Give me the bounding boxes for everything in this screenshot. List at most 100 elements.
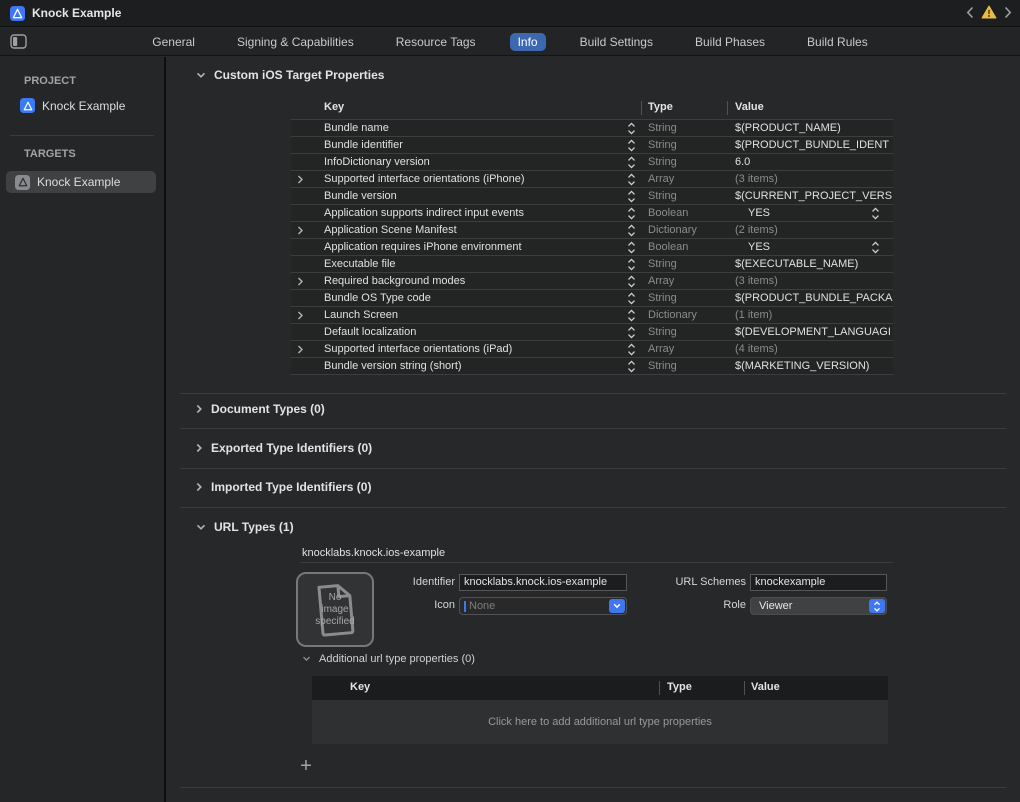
key-stepper-icon[interactable] [627, 360, 636, 379]
row-type[interactable]: Boolean [648, 239, 723, 256]
chevron-right-icon [196, 443, 203, 453]
table-row[interactable]: Application supports indirect input even… [291, 205, 893, 222]
forward-chevron-icon[interactable] [1004, 6, 1012, 21]
custom-table-body: Bundle name String $(PRODUCT_NAME) Bundl… [291, 119, 893, 375]
url-schemes-label: URL Schemes [626, 574, 746, 591]
table-header: Key Type Value [291, 97, 893, 119]
row-value[interactable]: (1 item) [735, 307, 893, 324]
sidebar-toggle-icon[interactable] [10, 34, 27, 52]
column-value: Value [735, 101, 764, 113]
table-row[interactable]: Required background modes Array (3 items… [291, 273, 893, 290]
table-row[interactable]: Launch Screen Dictionary (1 item) [291, 307, 893, 324]
row-type[interactable]: Array [648, 341, 723, 358]
additional-url-type-properties-header[interactable]: Additional url type properties (0) [302, 653, 475, 665]
row-value[interactable]: $(MARKETING_VERSION) [735, 358, 893, 375]
row-type[interactable]: String [648, 256, 723, 273]
row-type[interactable]: Array [648, 273, 723, 290]
row-key: Supported interface orientations (iPhone… [324, 171, 619, 188]
table-row[interactable]: Application requires iPhone environment … [291, 239, 893, 256]
table-row[interactable]: Bundle version string (short) String $(M… [291, 358, 893, 375]
tab-bar-tabs: General Signing & Capabilities Resource Ta… [0, 28, 1020, 56]
sidebar: PROJECT Knock Example TARGETS Knock Exam… [0, 57, 164, 802]
row-type[interactable]: String [648, 137, 723, 154]
row-value[interactable]: $(EXECUTABLE_NAME) [735, 256, 893, 273]
section-title: Document Types (0) [211, 402, 325, 416]
table-row[interactable]: Bundle version String $(CURRENT_PROJECT_… [291, 188, 893, 205]
row-key: Launch Screen [324, 307, 619, 324]
table-row[interactable]: Bundle OS Type code String $(PRODUCT_BUN… [291, 290, 893, 307]
chevron-down-icon [613, 603, 621, 609]
row-key: Bundle name [324, 120, 619, 137]
table-row[interactable]: Bundle name String $(PRODUCT_NAME) [291, 120, 893, 137]
row-type[interactable]: Boolean [648, 205, 723, 222]
combobox-dropdown-button[interactable] [609, 599, 625, 613]
row-value[interactable]: YES [748, 205, 906, 222]
row-type[interactable]: String [648, 188, 723, 205]
additional-header-title: Additional url type properties (0) [319, 653, 475, 665]
table-row[interactable]: Supported interface orientations (iPhone… [291, 171, 893, 188]
row-value[interactable]: (3 items) [735, 273, 893, 290]
row-value[interactable]: $(DEVELOPMENT_LANGUAGI [735, 324, 893, 341]
row-key: Required background modes [324, 273, 619, 290]
add-url-type-button[interactable]: + [296, 757, 316, 777]
row-value[interactable]: $(PRODUCT_BUNDLE_PACKA [735, 290, 893, 307]
role-popup-value: Viewer [759, 598, 792, 615]
url-schemes-field[interactable]: knockexample [750, 574, 887, 591]
row-type[interactable]: String [648, 120, 723, 137]
role-popup-button[interactable]: Viewer [750, 597, 887, 615]
table-row[interactable]: Bundle identifier String $(PRODUCT_BUNDL… [291, 137, 893, 154]
identifier-field[interactable]: knocklabs.knock.ios-example [459, 574, 627, 591]
column-separator [727, 101, 728, 115]
table-row[interactable]: Default localization String $(DEVELOPMEN… [291, 324, 893, 341]
row-type[interactable]: String [648, 154, 723, 171]
chevron-right-icon [196, 482, 203, 492]
section-title: Exported Type Identifiers (0) [211, 441, 372, 455]
row-key: Bundle identifier [324, 137, 619, 154]
tab-info[interactable]: Info [510, 33, 546, 51]
row-type[interactable]: String [648, 358, 723, 375]
popup-stepper-button[interactable] [869, 599, 885, 613]
row-value[interactable]: $(CURRENT_PROJECT_VERS [735, 188, 893, 205]
section-imported-type-identifiers[interactable]: Imported Type Identifiers (0) [196, 480, 371, 494]
back-chevron-icon[interactable] [966, 6, 974, 21]
sidebar-item-target-selected[interactable]: Knock Example [6, 171, 156, 193]
row-type[interactable]: Dictionary [648, 222, 723, 239]
row-value[interactable]: $(PRODUCT_BUNDLE_IDENT [735, 137, 893, 154]
column-value: Value [751, 681, 780, 693]
tab-build-phases[interactable]: Build Phases [687, 33, 773, 51]
row-value[interactable]: (4 items) [735, 341, 893, 358]
chevron-down-icon [302, 656, 311, 662]
section-custom-ios-target-properties[interactable]: Custom iOS Target Properties [196, 68, 384, 82]
row-value[interactable]: 6.0 [735, 154, 893, 171]
table-row[interactable]: Supported interface orientations (iPad) … [291, 341, 893, 358]
row-key: Executable file [324, 256, 619, 273]
section-exported-type-identifiers[interactable]: Exported Type Identifiers (0) [196, 441, 372, 455]
sidebar-project-label: Knock Example [42, 99, 125, 113]
icon-combobox[interactable]: None [459, 597, 627, 615]
row-value[interactable]: (2 items) [735, 222, 893, 239]
xcode-window: Knock Example General Signing & Capabilit… [0, 0, 1020, 802]
table-row[interactable]: Executable file String $(EXECUTABLE_NAME… [291, 256, 893, 273]
row-type[interactable]: Array [648, 171, 723, 188]
section-url-types[interactable]: URL Types (1) [196, 520, 294, 534]
tab-resource-tags[interactable]: Resource Tags [388, 33, 484, 51]
sidebar-item-project[interactable]: Knock Example [20, 98, 125, 113]
table-row[interactable]: Application Scene Manifest Dictionary (2… [291, 222, 893, 239]
icon-label: Icon [335, 597, 455, 614]
table-row[interactable]: InfoDictionary version String 6.0 [291, 154, 893, 171]
column-separator [641, 101, 642, 115]
warning-icon[interactable] [981, 5, 997, 22]
tab-build-rules[interactable]: Build Rules [799, 33, 876, 51]
row-value[interactable]: $(PRODUCT_NAME) [735, 120, 893, 137]
row-value[interactable]: YES [748, 239, 906, 256]
tab-general[interactable]: General [144, 33, 203, 51]
row-value[interactable]: (3 items) [735, 171, 893, 188]
tab-signing-capabilities[interactable]: Signing & Capabilities [229, 33, 362, 51]
title-bar: Knock Example [0, 0, 1020, 27]
tab-build-settings[interactable]: Build Settings [572, 33, 661, 51]
row-type[interactable]: Dictionary [648, 307, 723, 324]
section-document-types[interactable]: Document Types (0) [196, 402, 325, 416]
row-type[interactable]: String [648, 290, 723, 307]
row-type[interactable]: String [648, 324, 723, 341]
additional-properties-empty-area[interactable]: Click here to add additional url type pr… [312, 700, 888, 744]
